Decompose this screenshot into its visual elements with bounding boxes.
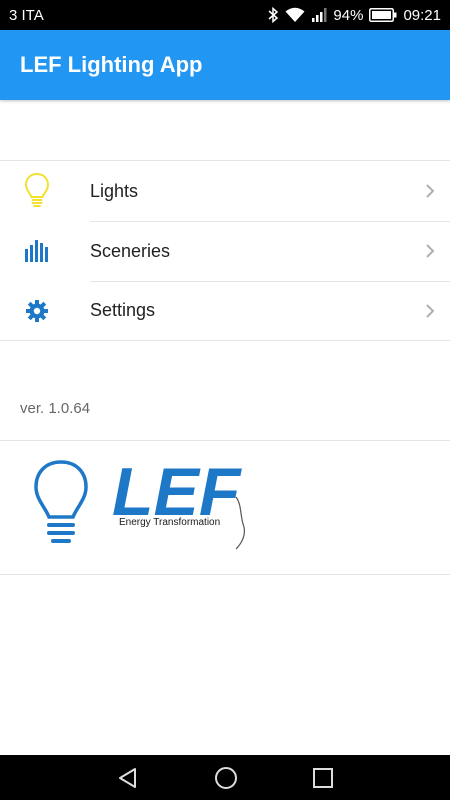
chevron-right-icon bbox=[410, 243, 450, 259]
lef-logo: LEF bbox=[112, 454, 254, 562]
menu-label-settings: Settings bbox=[90, 300, 156, 320]
app-bar: LEF Lighting App bbox=[0, 30, 450, 100]
recents-icon[interactable] bbox=[312, 767, 333, 788]
logo-area: LEF Energy Transformation bbox=[0, 440, 450, 575]
home-icon[interactable] bbox=[214, 766, 238, 790]
app-title: LEF Lighting App bbox=[20, 52, 203, 77]
gear-icon bbox=[0, 299, 90, 323]
lightbulb-icon bbox=[0, 172, 90, 210]
menu-item-sceneries[interactable]: Sceneries bbox=[0, 221, 450, 281]
carrier-label: 3 ITA bbox=[9, 6, 44, 24]
status-bar: 3 ITA 94% 09:21 bbox=[0, 0, 450, 30]
menu-label-sceneries: Sceneries bbox=[90, 240, 171, 261]
menu-item-lights[interactable]: Lights bbox=[0, 161, 450, 221]
main-menu: Lights Sceneries Settings bbox=[0, 160, 450, 341]
equalizer-bars-icon bbox=[0, 239, 90, 263]
version-label: ver. 1.0.64 bbox=[20, 400, 91, 417]
battery-percent: 94% bbox=[333, 6, 364, 24]
lightbulb-logo-icon bbox=[32, 459, 90, 556]
status-icons: 94% 09:21 bbox=[267, 7, 441, 24]
clock: 09:21 bbox=[403, 6, 441, 24]
wifi-icon bbox=[285, 7, 305, 23]
nav-bar bbox=[0, 755, 450, 800]
app-screen: 3 ITA 94% 09:21 LEF Lighting App Lights … bbox=[0, 0, 450, 800]
back-icon[interactable] bbox=[117, 767, 139, 789]
bluetooth-icon bbox=[267, 7, 279, 23]
battery-icon bbox=[369, 8, 397, 22]
logo-tagline: Energy Transformation bbox=[119, 517, 221, 528]
menu-item-settings[interactable]: Settings bbox=[0, 281, 450, 341]
chevron-right-icon bbox=[410, 183, 450, 199]
signal-icon bbox=[311, 7, 327, 23]
chevron-right-icon bbox=[410, 303, 450, 319]
menu-label-lights: Lights bbox=[90, 180, 139, 201]
